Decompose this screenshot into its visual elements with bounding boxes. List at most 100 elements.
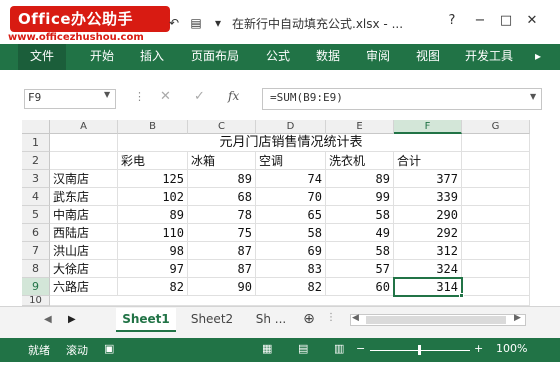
zoom-level[interactable]: 100% [496, 342, 527, 355]
empty-cell[interactable] [462, 278, 530, 296]
macro-record-icon[interactable]: ▣ [104, 342, 114, 355]
close-button[interactable]: ✕ [522, 12, 542, 30]
tab-home[interactable]: 开始 [80, 44, 124, 70]
tab-page-layout[interactable]: 页面布局 [182, 44, 248, 70]
tab-split-icon[interactable]: ⋮ [326, 312, 336, 326]
ribbon-more-arrow[interactable]: ▸ [528, 44, 548, 70]
store-name-cell[interactable]: 汉南店 [50, 170, 118, 188]
value-cell[interactable]: 292 [394, 224, 462, 242]
row-header-10[interactable]: 10 [22, 296, 50, 306]
header-cell-washer[interactable]: 洗衣机 [326, 152, 394, 170]
store-name-cell[interactable]: 洪山店 [50, 242, 118, 260]
fill-handle[interactable] [459, 293, 464, 298]
add-sheet-button[interactable]: ⊕ [298, 308, 320, 332]
row-header-2[interactable]: 2 [22, 152, 50, 170]
store-name-cell[interactable]: 中南店 [50, 206, 118, 224]
column-header-a[interactable]: A [50, 120, 118, 134]
enter-button[interactable]: ✓ [194, 89, 205, 104]
restore-button[interactable]: □ [496, 12, 516, 30]
value-cell[interactable]: 74 [256, 170, 326, 188]
value-cell[interactable]: 97 [118, 260, 188, 278]
value-cell[interactable]: 102 [118, 188, 188, 206]
store-name-cell[interactable]: 西陆店 [50, 224, 118, 242]
value-cell[interactable]: 58 [326, 242, 394, 260]
value-cell[interactable]: 125 [118, 170, 188, 188]
page-layout-view-icon[interactable]: ▤ [298, 342, 308, 355]
row-10-cells[interactable] [50, 296, 530, 306]
value-cell[interactable]: 89 [118, 206, 188, 224]
sheet-next-icon[interactable]: ▶ [68, 314, 76, 325]
column-header-e[interactable]: E [326, 120, 394, 134]
tab-review[interactable]: 审阅 [356, 44, 400, 70]
value-cell[interactable]: 58 [256, 224, 326, 242]
empty-cell[interactable] [462, 224, 530, 242]
header-cell-total[interactable]: 合计 [394, 152, 462, 170]
tab-sheet1[interactable]: Sheet1 [116, 308, 176, 332]
help-button[interactable]: ? [442, 12, 462, 30]
empty-cell[interactable] [462, 170, 530, 188]
minimize-button[interactable]: − [470, 12, 490, 30]
value-cell[interactable]: 324 [394, 260, 462, 278]
header-cell-fridge[interactable]: 冰箱 [188, 152, 256, 170]
row-header-4[interactable]: 4 [22, 188, 50, 206]
row-header-9[interactable]: 9 [22, 278, 50, 296]
value-cell[interactable]: 60 [326, 278, 394, 296]
value-cell[interactable]: 65 [256, 206, 326, 224]
value-cell[interactable]: 99 [326, 188, 394, 206]
tab-sheet3-truncated[interactable]: Sh ... [248, 308, 294, 332]
value-cell[interactable]: 83 [256, 260, 326, 278]
normal-view-icon[interactable]: ▦ [262, 342, 272, 355]
empty-cell[interactable] [462, 260, 530, 278]
cell-g1[interactable] [462, 134, 530, 152]
tab-formulas[interactable]: 公式 [256, 44, 300, 70]
value-cell[interactable]: 82 [256, 278, 326, 296]
header-cell-a2[interactable] [50, 152, 118, 170]
tab-file[interactable]: 文件 [18, 44, 66, 70]
insert-function-button[interactable]: fx [228, 89, 239, 103]
table-title[interactable]: 元月门店销售情况统计表 [118, 134, 462, 152]
scrollbar-thumb[interactable] [366, 316, 506, 324]
value-cell[interactable]: 70 [256, 188, 326, 206]
value-cell[interactable]: 58 [326, 206, 394, 224]
column-header-f[interactable]: F [394, 120, 462, 134]
zoom-out-button[interactable]: − [356, 342, 365, 355]
cell-g2[interactable] [462, 152, 530, 170]
cancel-button[interactable]: ✕ [160, 89, 171, 104]
value-cell[interactable]: 82 [118, 278, 188, 296]
page-break-view-icon[interactable]: ▥ [334, 342, 344, 355]
column-header-g[interactable]: G [462, 120, 530, 134]
name-box-dropdown-icon[interactable]: ▼ [104, 90, 110, 99]
scroll-right-icon[interactable]: ▶ [514, 313, 521, 323]
header-cell-ac[interactable]: 空调 [256, 152, 326, 170]
store-name-cell[interactable]: 武东店 [50, 188, 118, 206]
value-cell[interactable]: 90 [188, 278, 256, 296]
row-header-1[interactable]: 1 [22, 134, 50, 152]
row-header-3[interactable]: 3 [22, 170, 50, 188]
value-cell[interactable]: 49 [326, 224, 394, 242]
value-cell[interactable]: 89 [326, 170, 394, 188]
store-name-cell[interactable]: 大徐店 [50, 260, 118, 278]
value-cell[interactable]: 312 [394, 242, 462, 260]
header-cell-tv[interactable]: 彩电 [118, 152, 188, 170]
empty-cell[interactable] [462, 242, 530, 260]
scroll-left-icon[interactable]: ◀ [352, 313, 359, 323]
select-all-corner[interactable] [22, 120, 50, 134]
value-cell[interactable]: 98 [118, 242, 188, 260]
row-header-5[interactable]: 5 [22, 206, 50, 224]
value-cell[interactable]: 339 [394, 188, 462, 206]
row-header-6[interactable]: 6 [22, 224, 50, 242]
value-cell[interactable]: 290 [394, 206, 462, 224]
value-cell[interactable]: 69 [256, 242, 326, 260]
value-cell[interactable]: 87 [188, 242, 256, 260]
store-name-cell[interactable]: 六路店 [50, 278, 118, 296]
cell-a1[interactable] [50, 134, 118, 152]
value-cell[interactable]: 377 [394, 170, 462, 188]
empty-cell[interactable] [462, 188, 530, 206]
value-cell[interactable]: 68 [188, 188, 256, 206]
zoom-slider-thumb[interactable] [418, 345, 421, 355]
value-cell[interactable]: 110 [118, 224, 188, 242]
zoom-in-button[interactable]: + [474, 342, 483, 355]
column-header-d[interactable]: D [256, 120, 326, 134]
value-cell[interactable]: 87 [188, 260, 256, 278]
column-header-c[interactable]: C [188, 120, 256, 134]
